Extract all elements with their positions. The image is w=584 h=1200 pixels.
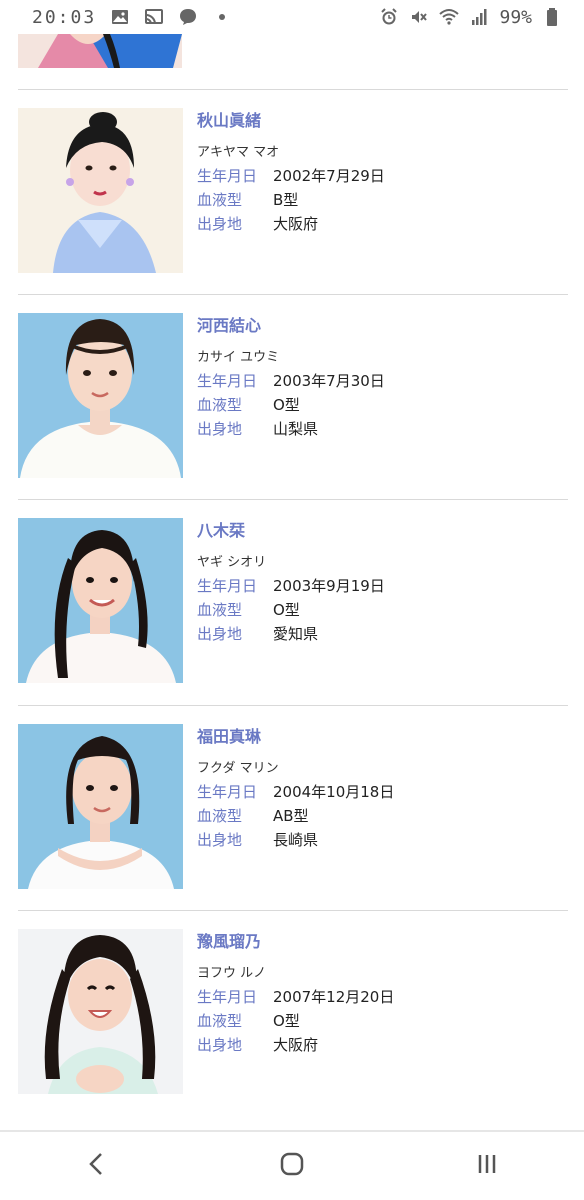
birthday-label: 生年月日 xyxy=(197,577,258,595)
blood-row: 血液型 O型 xyxy=(197,1009,557,1033)
birthplace-row: 出身地 山梨県 xyxy=(197,417,557,441)
member-kana: ヤギ シオリ xyxy=(197,555,267,570)
birthday-row: 生年月日 2002年7月29日 xyxy=(197,164,557,188)
birthday-value: 2003年9月19日 xyxy=(273,577,385,595)
wifi-icon xyxy=(439,7,460,27)
mute-icon xyxy=(409,7,429,27)
blood-value: O型 xyxy=(273,396,300,414)
birthplace-label: 出身地 xyxy=(197,215,243,233)
cast-icon xyxy=(144,7,164,27)
member-name[interactable]: 河西結心 xyxy=(197,313,557,339)
status-bar: 20:03 99% xyxy=(0,0,584,34)
member-info: 豫風瑠乃 ヨフウ ルノ 生年月日 2007年12月20日 血液型 O型 出身地 … xyxy=(197,929,557,1057)
member-card[interactable]: 秋山眞緒 アキヤマ マオ 生年月日 2002年7月29日 血液型 B型 出身地 … xyxy=(18,108,568,274)
member-info: 河西結心 カサイ ユウミ 生年月日 2003年7月30日 血液型 O型 出身地 … xyxy=(197,313,557,441)
signal-icon xyxy=(469,7,489,27)
member-photo[interactable] xyxy=(18,518,183,683)
blood-label: 血液型 xyxy=(197,1012,243,1030)
battery-icon xyxy=(542,7,562,27)
back-button[interactable] xyxy=(67,1136,127,1196)
member-card[interactable]: 豫風瑠乃 ヨフウ ルノ 生年月日 2007年12月20日 血液型 O型 出身地 … xyxy=(18,929,568,1095)
birthday-label: 生年月日 xyxy=(197,167,258,185)
member-card[interactable]: 福田真琳 フクダ マリン 生年月日 2004年10月18日 血液型 AB型 出身… xyxy=(18,724,568,890)
birthplace-row: 出身地 大阪府 xyxy=(197,1033,557,1057)
blood-row: 血液型 O型 xyxy=(197,598,557,622)
birthplace-value: 愛知県 xyxy=(273,625,319,643)
member-kana: フクダ マリン xyxy=(197,761,279,776)
birthplace-value: 大阪府 xyxy=(273,1036,319,1054)
birthplace-value: 山梨県 xyxy=(273,420,319,438)
blood-label: 血液型 xyxy=(197,601,243,619)
navigation-bar xyxy=(0,1130,584,1200)
blood-label: 血液型 xyxy=(197,807,243,825)
birthday-label: 生年月日 xyxy=(197,988,258,1006)
birthday-value: 2002年7月29日 xyxy=(273,167,385,185)
blood-value: O型 xyxy=(273,601,300,619)
status-time: 20:03 xyxy=(32,6,97,28)
birthday-row: 生年月日 2003年9月19日 xyxy=(197,574,557,598)
member-name[interactable]: 秋山眞緒 xyxy=(197,108,557,134)
birthplace-row: 出身地 大阪府 xyxy=(197,212,557,236)
home-icon xyxy=(277,1149,307,1183)
birthplace-label: 出身地 xyxy=(197,420,243,438)
member-card[interactable]: 河西結心 カサイ ユウミ 生年月日 2003年7月30日 血液型 O型 出身地 … xyxy=(18,313,568,479)
birthplace-value: 長崎県 xyxy=(273,831,319,849)
list-divider xyxy=(18,294,568,295)
birthplace-label: 出身地 xyxy=(197,625,243,643)
list-divider xyxy=(18,499,568,500)
birthday-label: 生年月日 xyxy=(197,783,258,801)
battery-percent: 99% xyxy=(499,6,532,28)
blood-label: 血液型 xyxy=(197,396,243,414)
birthplace-label: 出身地 xyxy=(197,831,243,849)
member-photo[interactable] xyxy=(18,313,183,478)
member-photo[interactable] xyxy=(18,108,183,273)
birthday-row: 生年月日 2007年12月20日 xyxy=(197,985,557,1009)
member-card[interactable]: 八木栞 ヤギ シオリ 生年月日 2003年9月19日 血液型 O型 出身地 愛知… xyxy=(18,518,568,684)
birthplace-value: 大阪府 xyxy=(273,215,319,233)
list-divider xyxy=(18,910,568,911)
recents-button[interactable] xyxy=(457,1136,517,1196)
dot-icon xyxy=(212,7,232,27)
image-icon xyxy=(110,7,130,27)
blood-value: B型 xyxy=(273,191,299,209)
member-info: 福田真琳 フクダ マリン 生年月日 2004年10月18日 血液型 AB型 出身… xyxy=(197,724,557,852)
member-photo-partial[interactable] xyxy=(18,34,182,68)
birthday-label: 生年月日 xyxy=(197,372,258,390)
home-button[interactable] xyxy=(262,1136,322,1196)
member-info: 八木栞 ヤギ シオリ 生年月日 2003年9月19日 血液型 O型 出身地 愛知… xyxy=(197,518,557,646)
member-name[interactable]: 豫風瑠乃 xyxy=(197,929,557,955)
blood-row: 血液型 B型 xyxy=(197,188,557,212)
back-icon xyxy=(82,1149,112,1183)
birthday-row: 生年月日 2003年7月30日 xyxy=(197,369,557,393)
birthplace-label: 出身地 xyxy=(197,1036,243,1054)
member-name[interactable]: 八木栞 xyxy=(197,518,557,544)
birthplace-row: 出身地 長崎県 xyxy=(197,828,557,852)
member-kana: ヨフウ ルノ xyxy=(197,966,267,981)
blood-row: 血液型 O型 xyxy=(197,393,557,417)
member-kana: カサイ ユウミ xyxy=(197,350,280,365)
member-photo[interactable] xyxy=(18,929,183,1094)
birthday-value: 2003年7月30日 xyxy=(273,372,385,390)
blood-label: 血液型 xyxy=(197,191,243,209)
blood-row: 血液型 AB型 xyxy=(197,804,557,828)
list-divider xyxy=(18,89,568,90)
member-info: 秋山眞緒 アキヤマ マオ 生年月日 2002年7月29日 血液型 B型 出身地 … xyxy=(197,108,557,236)
birthday-row: 生年月日 2004年10月18日 xyxy=(197,780,557,804)
alarm-icon xyxy=(379,7,399,27)
member-kana: アキヤマ マオ xyxy=(197,145,280,160)
birthplace-row: 出身地 愛知県 xyxy=(197,622,557,646)
list-divider xyxy=(18,705,568,706)
blood-value: O型 xyxy=(273,1012,300,1030)
member-name[interactable]: 福田真琳 xyxy=(197,724,557,750)
blood-value: AB型 xyxy=(273,807,309,825)
member-list[interactable]: 秋山眞緒 アキヤマ マオ 生年月日 2002年7月29日 血液型 B型 出身地 … xyxy=(0,34,584,1129)
member-photo[interactable] xyxy=(18,724,183,889)
recents-icon xyxy=(472,1149,502,1183)
chat-icon xyxy=(178,7,198,27)
birthday-value: 2004年10月18日 xyxy=(273,783,395,801)
birthday-value: 2007年12月20日 xyxy=(273,988,395,1006)
